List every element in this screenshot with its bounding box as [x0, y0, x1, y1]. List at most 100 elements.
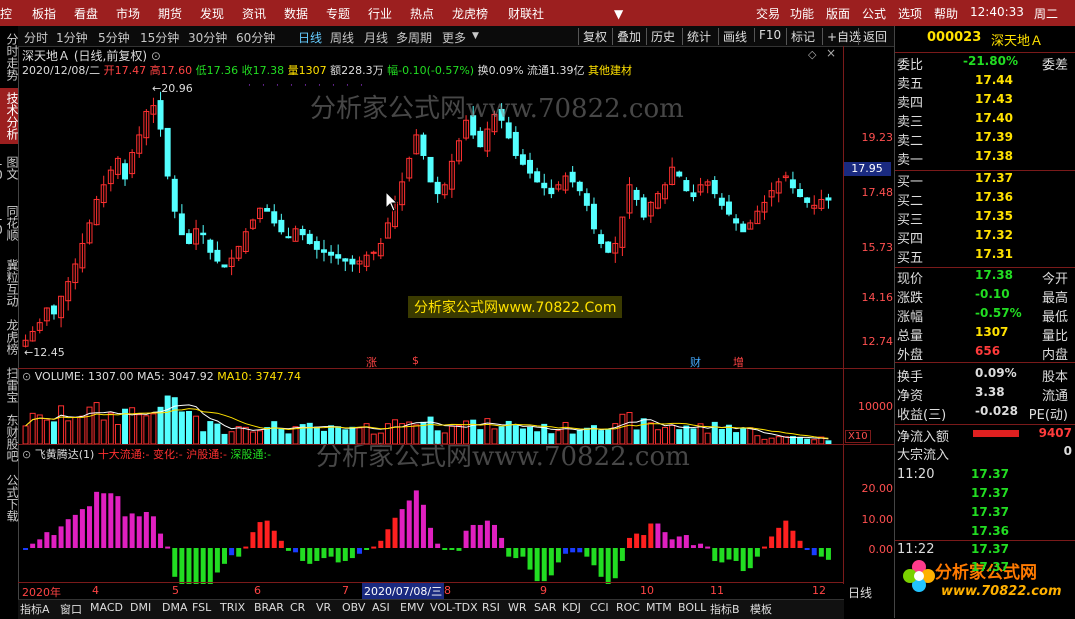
indicator-tab-22[interactable]: 指标B: [710, 601, 740, 617]
settings-circle-icon[interactable]: ⊙: [151, 49, 161, 63]
period-0[interactable]: 分时: [24, 29, 48, 46]
indicator-tab-7[interactable]: BRAR: [254, 601, 284, 614]
indicator-tab-11[interactable]: ASI: [372, 601, 390, 614]
menu-formula[interactable]: 公式: [862, 5, 886, 22]
indicator-tab-21[interactable]: BOLL: [678, 601, 706, 614]
indicator-tab-0[interactable]: 指标A: [20, 601, 50, 617]
menu-item-9[interactable]: 行业: [368, 5, 392, 22]
bottom-right-period[interactable]: 日线: [848, 584, 872, 601]
indicator-tab-6[interactable]: TRIX: [220, 601, 245, 614]
stat-row-2[interactable]: 涨幅 -0.57% 最低: [895, 305, 1075, 325]
menu-item-11[interactable]: 龙虎榜: [452, 5, 488, 22]
indicator-tab-20[interactable]: MTM: [646, 601, 672, 614]
period-1[interactable]: 1分钟: [56, 29, 88, 46]
nav-minesweeper[interactable]: 扫雷宝: [0, 364, 19, 406]
stat-row-1[interactable]: 涨跌 -0.10 最高: [895, 286, 1075, 306]
indicator-tab-3[interactable]: DMI: [130, 601, 151, 614]
tool-2[interactable]: 历史: [646, 28, 675, 45]
stat-row-3[interactable]: 总量 1307 量比: [895, 324, 1075, 344]
menu-trade[interactable]: 交易: [756, 5, 780, 22]
indicator-tab-19[interactable]: ROC: [616, 601, 640, 614]
indicator-tab-13[interactable]: VOL-TDX: [430, 601, 478, 614]
nav-dragon[interactable]: 龙虎榜: [0, 316, 19, 358]
menu-item-2[interactable]: 看盘: [74, 5, 98, 22]
menu-item-0[interactable]: 控: [0, 5, 12, 22]
buy-row-0[interactable]: 买一 17.37: [895, 170, 1075, 190]
volume-circle-icon[interactable]: ⊙: [22, 370, 31, 383]
tool-5[interactable]: F10: [754, 28, 781, 42]
sell-row-4[interactable]: 卖一 17.38: [895, 148, 1075, 168]
buy-row-3[interactable]: 买四 17.32: [895, 227, 1075, 247]
stat-row-6[interactable]: 净资 3.38 流通: [895, 384, 1075, 404]
event-mark-1[interactable]: $: [412, 354, 419, 367]
indicator-circle-icon[interactable]: ⊙: [22, 448, 31, 461]
period-6[interactable]: 日线: [298, 29, 322, 46]
indicator-tab-2[interactable]: MACD: [90, 601, 123, 614]
indicator-tab-4[interactable]: DMA: [162, 601, 188, 614]
period-8[interactable]: 月线: [364, 29, 388, 46]
tool-0[interactable]: 复权: [578, 28, 607, 45]
nav-formula-download[interactable]: 公式下载: [0, 470, 19, 526]
tool-1[interactable]: 叠加: [612, 28, 641, 45]
indicator-tab-17[interactable]: KDJ: [562, 601, 581, 614]
tool-3[interactable]: 统计: [682, 28, 711, 45]
sell-row-1[interactable]: 卖四 17.43: [895, 91, 1075, 111]
menu-options[interactable]: 选项: [898, 5, 922, 22]
indicator-tab-5[interactable]: FSL: [192, 601, 211, 614]
menu-item-3[interactable]: 市场: [116, 5, 140, 22]
nav-interact[interactable]: 冀粒互动: [0, 256, 19, 310]
indicator-tab-1[interactable]: 窗口: [60, 601, 82, 617]
nav-forum[interactable]: 东财股吧: [0, 410, 19, 466]
indicator-tab-9[interactable]: VR: [316, 601, 331, 614]
menu-help[interactable]: 帮助: [934, 5, 958, 22]
menu-item-1[interactable]: 板指: [32, 5, 56, 22]
sell-row-2[interactable]: 卖三 17.40: [895, 110, 1075, 130]
stat-row-4[interactable]: 外盘 656 内盘: [895, 343, 1075, 363]
period-3[interactable]: 15分钟: [140, 29, 179, 46]
menu-layout[interactable]: 版面: [826, 5, 850, 22]
tool-6[interactable]: 标记: [786, 28, 815, 45]
indicator-tab-16[interactable]: SAR: [534, 601, 556, 614]
period-10[interactable]: 更多: [442, 29, 466, 46]
sell-row-0[interactable]: 卖五 17.44: [895, 72, 1075, 92]
indicator-tab-15[interactable]: WR: [508, 601, 527, 614]
buy-row-4[interactable]: 买五 17.31: [895, 246, 1075, 266]
period-2[interactable]: 5分钟: [98, 29, 130, 46]
menu-item-6[interactable]: 资讯: [242, 5, 266, 22]
menu-item-5[interactable]: 发现: [200, 5, 224, 22]
sell-row-3[interactable]: 卖二 17.39: [895, 129, 1075, 149]
diamond-icon[interactable]: ◇: [808, 48, 816, 61]
nav-ths[interactable]: 同花顺10: [0, 194, 19, 252]
period-9[interactable]: 多周期: [396, 29, 432, 46]
tool-8[interactable]: 返回: [858, 28, 887, 45]
period-4[interactable]: 30分钟: [188, 29, 227, 46]
menu-item-7[interactable]: 数据: [284, 5, 308, 22]
buy-row-1[interactable]: 买二 17.36: [895, 189, 1075, 209]
stat-row-0[interactable]: 现价 17.38 今开: [895, 267, 1075, 287]
period-7[interactable]: 周线: [330, 29, 354, 46]
period-5[interactable]: 60分钟: [236, 29, 275, 46]
dropdown-arrow-icon[interactable]: ▼: [614, 7, 623, 21]
indicator-tab-10[interactable]: OBV: [342, 601, 365, 614]
indicator-tab-23[interactable]: 模板: [750, 601, 772, 617]
menu-item-8[interactable]: 专题: [326, 5, 350, 22]
tool-7[interactable]: +自选: [822, 28, 861, 45]
menu-item-12[interactable]: 财联社: [508, 5, 544, 22]
more-chevron-icon[interactable]: ▼: [472, 31, 479, 41]
menu-item-10[interactable]: 热点: [410, 5, 434, 22]
nav-graphic[interactable]: 图文10: [0, 148, 19, 188]
tool-4[interactable]: 画线: [718, 28, 747, 45]
stat-row-5[interactable]: 换手 0.09% 股本: [895, 365, 1075, 385]
stat-row-7[interactable]: 收益(三) -0.028 PE(动): [895, 403, 1075, 423]
indicator-tab-14[interactable]: RSI: [482, 601, 500, 614]
menu-function[interactable]: 功能: [790, 5, 814, 22]
nav-technical[interactable]: 技术分析: [0, 88, 19, 144]
buy-row-2[interactable]: 买三 17.35: [895, 208, 1075, 228]
indicator-tab-18[interactable]: CCI: [590, 601, 609, 614]
indicator-tab-12[interactable]: EMV: [400, 601, 424, 614]
indicator-tab-8[interactable]: CR: [290, 601, 305, 614]
chart-canvas[interactable]: · · · · · · · · ·: [18, 76, 844, 584]
close-icon[interactable]: ×: [826, 46, 836, 60]
menu-item-4[interactable]: 期货: [158, 5, 182, 22]
nav-intraday[interactable]: 分时走势: [0, 28, 19, 86]
